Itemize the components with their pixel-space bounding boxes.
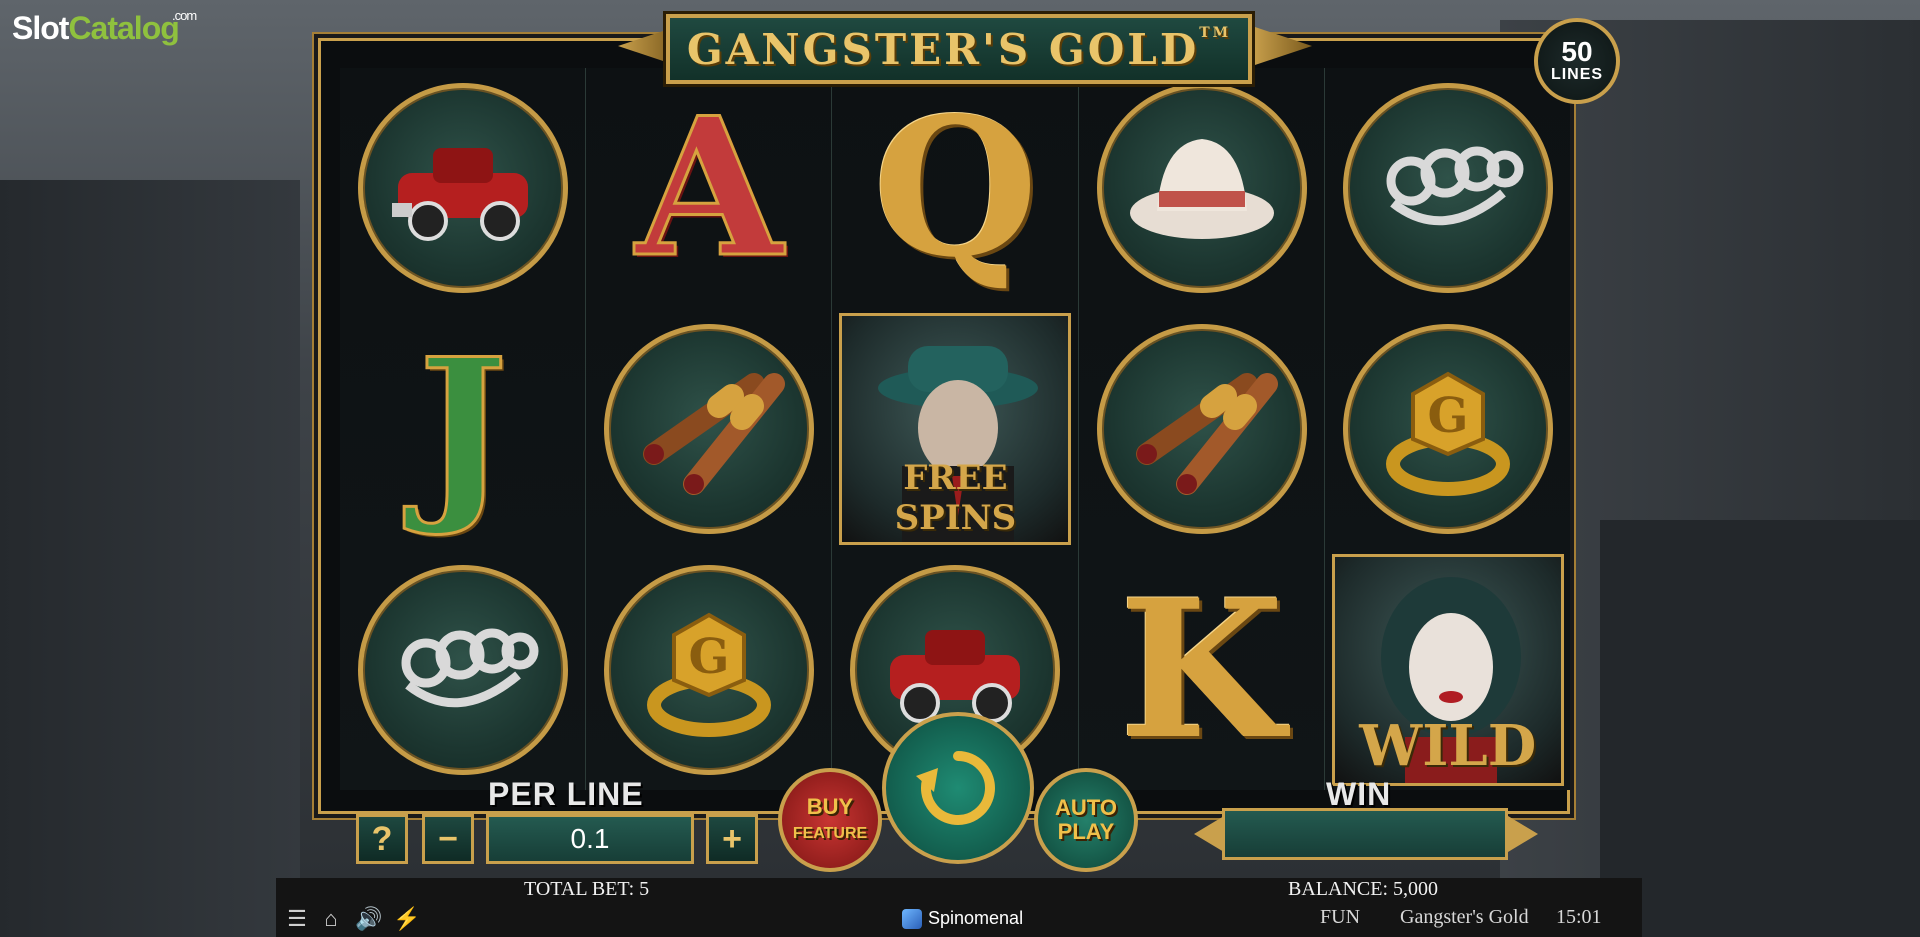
cigars-icon <box>1135 373 1278 495</box>
lines-count: 50 <box>1561 36 1593 67</box>
background-building-left <box>0 180 300 937</box>
symbol-letter-a: A <box>586 68 832 308</box>
symbol-letter-j: J <box>340 309 586 549</box>
symbol-cigars <box>586 309 832 549</box>
symbol-free-spins: FREE SPINS <box>832 309 1078 549</box>
buy-feature-label-2: FEATURE <box>792 824 868 842</box>
symbol-fedora-hat <box>1079 68 1325 308</box>
watermark-text-slot: Slot <box>12 10 69 46</box>
symbol-red-car <box>340 68 586 308</box>
letter-a-symbol: A <box>634 76 784 299</box>
svg-text:G: G <box>689 629 730 685</box>
buy-feature-button[interactable]: BUY FEATURE <box>778 768 882 872</box>
spin-button[interactable] <box>882 712 1034 864</box>
gold-ring-icon: G <box>1385 371 1510 496</box>
lines-badge: 50 LINES <box>1534 18 1620 104</box>
lines-label: LINES <box>1550 66 1604 83</box>
auto-play-label-1: AUTO <box>1055 795 1117 820</box>
gold-ring-icon: G <box>647 612 772 737</box>
total-bet: TOTAL BET: 5 <box>524 878 650 900</box>
game-title-text: GANGSTER'S GOLD <box>686 24 1200 74</box>
symbol-gold-ring: G <box>586 550 832 790</box>
symbol-brass-knuckles <box>340 550 586 790</box>
watermark-text-catalog: Catalog <box>68 10 179 46</box>
wild-label: WILD <box>1359 713 1537 779</box>
auto-play-button[interactable]: AUTO PLAY <box>1034 768 1138 872</box>
watermark-suffix: .com <box>172 8 197 23</box>
win-wing-left <box>1194 816 1224 852</box>
status-game-name: Gangster's Gold <box>1400 906 1529 928</box>
symbol-brass-knuckles <box>1325 68 1571 308</box>
brass-knuckles-icon <box>401 628 539 708</box>
reel-1: J <box>340 68 587 790</box>
game-title: GANGSTER'S GOLDTM <box>687 25 1231 74</box>
symbol-cigars <box>1079 309 1325 549</box>
reel-4: K <box>1078 68 1325 790</box>
sound-icon[interactable]: 🔊 <box>355 906 382 932</box>
reel-3: Q FREE SPINS <box>832 68 1079 790</box>
game-title-plate: GANGSTER'S GOLDTM <box>666 14 1252 84</box>
bet-decrease-button[interactable]: − <box>422 814 474 864</box>
symbol-letter-q: Q <box>832 68 1078 308</box>
provider-logo-icon <box>902 908 922 929</box>
mode-label: FUN <box>1320 906 1361 928</box>
menu-icon[interactable]: ☰ <box>284 906 310 932</box>
free-spins-label: FREE SPINS <box>894 458 1017 538</box>
red-car-icon <box>392 148 528 241</box>
provider-name: Spinomenal <box>928 908 1024 928</box>
trademark-mark: TM <box>1199 24 1232 41</box>
background-building-right-lower <box>1600 520 1920 937</box>
free-spins-gangster: FREE SPINS <box>839 313 1072 545</box>
slotcatalog-watermark: SlotCatalog .com <box>12 8 197 47</box>
balance: BALANCE: 5,000 <box>1288 878 1438 900</box>
brass-knuckles-icon <box>1386 146 1524 226</box>
per-line-value: 0.1 <box>486 814 694 864</box>
turbo-icon[interactable]: ⚡ <box>393 906 420 932</box>
home-icon[interactable]: ⌂ <box>318 906 344 932</box>
fedora-hat-icon <box>1129 139 1274 239</box>
spin-arrow-icon <box>916 751 995 825</box>
symbol-letter-k: K <box>1079 550 1325 790</box>
letter-j-symbol: J <box>417 317 510 540</box>
letter-q-symbol: Q <box>872 76 1039 299</box>
buy-feature-label-1: BUY <box>806 793 854 819</box>
auto-play-label-2: PLAY <box>1057 819 1115 844</box>
symbol-gold-ring: G <box>1325 309 1571 549</box>
clock: 15:01 <box>1556 906 1602 928</box>
cigars-icon <box>643 373 786 495</box>
reel-5: G WILD <box>1324 68 1571 790</box>
reel-2: A G <box>586 68 833 790</box>
win-value <box>1222 808 1508 860</box>
letter-k-symbol: K <box>1119 558 1285 781</box>
wild-woman: WILD <box>1331 554 1564 786</box>
bet-increase-button[interactable]: + <box>706 814 758 864</box>
symbol-wild: WILD <box>1325 550 1571 790</box>
reels-grid: J A G Q FREE SPINS K G WILD <box>340 68 1571 790</box>
provider-brand: Spinomenal <box>902 908 1023 929</box>
per-line-label: PER LINE <box>488 776 644 812</box>
help-button[interactable]: ? <box>356 814 408 864</box>
svg-text:G: G <box>1427 388 1468 444</box>
